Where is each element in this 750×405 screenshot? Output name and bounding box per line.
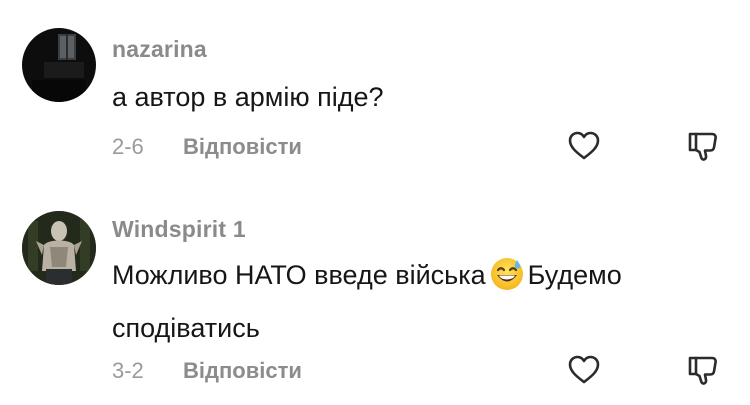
comment-text: Можливо НАТО введе війська Будемо сподів… xyxy=(112,252,712,351)
heart-outline-icon xyxy=(568,131,600,160)
like-button[interactable] xyxy=(567,129,601,163)
comment-text: а автор в армію піде? xyxy=(112,82,384,112)
reply-button[interactable]: Відповісти xyxy=(183,358,302,384)
avatar[interactable] xyxy=(22,211,96,285)
avatar-image xyxy=(22,211,96,285)
like-button[interactable] xyxy=(567,353,601,387)
dislike-button[interactable] xyxy=(686,353,720,387)
avatar-image xyxy=(22,28,96,102)
comment-item: Windspirit 1 Можливо НАТО введе війська … xyxy=(0,190,750,405)
grinning-face-with-sweat-icon xyxy=(490,257,524,305)
comment-username[interactable]: Windspirit 1 xyxy=(112,216,246,243)
thumbs-down-outline-icon xyxy=(688,356,717,385)
heart-outline-icon xyxy=(568,355,600,384)
dislike-button[interactable] xyxy=(686,129,720,163)
comment-item: nazarina а автор в армію піде? 2-6 Відпо… xyxy=(0,0,750,190)
thumbs-down-outline-icon xyxy=(688,132,717,161)
reply-button[interactable]: Відповісти xyxy=(183,134,302,160)
comment-date: 3-2 xyxy=(112,358,144,383)
comment-username[interactable]: nazarina xyxy=(112,36,207,63)
avatar[interactable] xyxy=(22,28,96,102)
comment-date: 2-6 xyxy=(112,134,144,159)
comment-text-part: Можливо НАТО введе війська xyxy=(112,260,486,290)
